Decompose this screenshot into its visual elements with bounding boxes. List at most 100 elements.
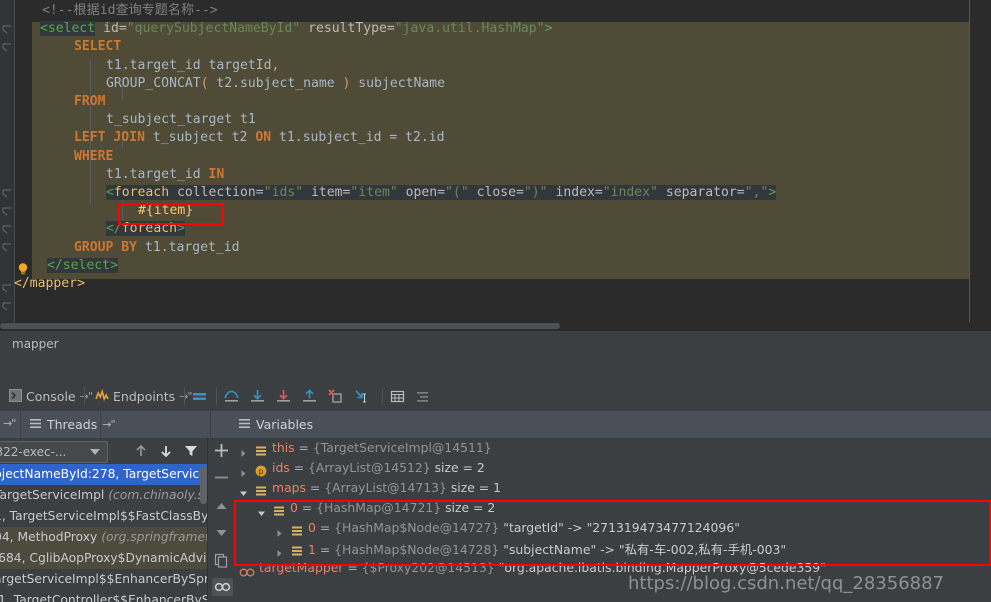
breadcrumb[interactable]: mapper — [0, 330, 991, 359]
variables-mini-toolbar — [207, 438, 234, 602]
chevron-right-icon[interactable] — [239, 463, 248, 477]
fold-marker-icon[interactable] — [2, 24, 12, 34]
variable-row[interactable]: this = {TargetServiceImpl@14511} — [233, 438, 991, 458]
layout-settings-icon[interactable] — [414, 387, 433, 406]
frame-row[interactable]: 1, TargetServiceImpl$$FastClassBySp — [0, 506, 215, 527]
watermark: https://blog.csdn.net/qq_28356887 — [628, 573, 945, 594]
tab-threads-pin-icon[interactable]: →" — [102, 418, 115, 431]
variable-name: 0 — [308, 520, 316, 535]
code-token: "item" — [350, 185, 398, 200]
frame-row[interactable]: TargetServiceImpl (com.chinaoly.ssb — [0, 485, 215, 506]
frames-panel[interactable]: nio-8322-exec-... bjectNameById:278, Tar… — [0, 438, 215, 602]
frame-row-label: TargetServiceImpl (com.chinaoly.ssb — [0, 488, 215, 502]
tab-variables[interactable]: Variables — [230, 411, 321, 438]
force-step-into-icon[interactable] — [274, 387, 293, 406]
code-text[interactable]: <!--根据id查询专题名称--> <select id="querySubjec… — [14, 0, 991, 330]
chevron-down-icon[interactable] — [90, 449, 100, 455]
variable-name: 0 — [290, 500, 298, 515]
fold-marker-icon[interactable] — [2, 242, 12, 252]
toolbar-divider — [184, 387, 185, 406]
code-token: "(" — [445, 185, 469, 200]
frames-filter-button[interactable] — [182, 442, 200, 460]
mute-breakpoints-icon[interactable] — [190, 387, 209, 406]
variable-row[interactable]: 1 = {HashMap$Node@14728} "subjectName" -… — [233, 538, 991, 558]
code-token: </mapper> — [14, 276, 85, 291]
code-line: GROUP_CONCAT( t2.subject_name ) subjectN… — [106, 75, 445, 93]
code-token: open= — [405, 185, 446, 200]
editor-gutter[interactable] — [0, 0, 15, 330]
editor-horizontal-scrollbar[interactable] — [0, 322, 991, 330]
copy-value-button[interactable] — [212, 551, 231, 570]
fold-marker-icon[interactable] — [2, 224, 12, 234]
tab-threads-label: Threads — [47, 417, 98, 432]
move-up-button[interactable] — [212, 497, 231, 516]
thread-selector-dropdown[interactable]: nio-8322-exec-... — [0, 441, 108, 463]
evaluate-expression-icon[interactable] — [388, 387, 407, 406]
code-token: close= — [476, 185, 524, 200]
code-token: </ — [106, 221, 122, 237]
variable-equals: = — [315, 520, 335, 535]
variable-row[interactable]: 0 = {HashMap$Node@14727} "targetId" -> "… — [233, 518, 991, 538]
watch-icon — [239, 563, 255, 577]
variable-name: this — [272, 440, 295, 455]
code-token: <select — [40, 21, 96, 37]
frame-row[interactable]: argetServiceImpl$$EnhancerBySpring — [0, 569, 215, 590]
variable-row-text: ids = {ArrayList@14512} size = 2 — [272, 460, 485, 475]
tab-console-label: Console — [26, 389, 76, 404]
ide-window: <!--根据id查询专题名称--> <select id="querySubjec… — [0, 0, 991, 602]
move-down-button[interactable] — [212, 523, 231, 542]
tab-threads[interactable]: Threads →" — [21, 411, 123, 438]
panel-pin-icon[interactable]: →" — [3, 417, 16, 430]
frame-row[interactable]: bjectNameById:278, TargetServiceIm — [0, 464, 215, 485]
code-line: GROUP BY t1.target_id — [74, 239, 240, 257]
code-token: SELECT — [74, 39, 122, 55]
drop-frame-icon[interactable] — [326, 387, 345, 406]
frame-row[interactable]: :684, CglibAopProxy$DynamicAdvise — [0, 548, 215, 569]
add-watch-button[interactable] — [212, 441, 231, 460]
variable-row[interactable]: 0 = {HashMap@14721} size = 2 — [233, 498, 991, 518]
fold-marker-icon[interactable] — [2, 283, 12, 293]
variable-name: 1 — [308, 542, 316, 557]
frames-down-button[interactable] — [157, 442, 175, 460]
code-line: <foreach collection="ids" item="item" op… — [106, 184, 777, 202]
frame-row[interactable]: 04, MethodProxy (org.springframew — [0, 527, 215, 548]
code-token — [397, 185, 406, 200]
code-line: LEFT JOIN t_subject t2 ON t1.subject_id … — [74, 129, 445, 147]
fold-marker-icon[interactable] — [2, 206, 12, 216]
chevron-right-icon[interactable] — [239, 443, 248, 457]
step-over-icon[interactable] — [222, 387, 241, 406]
chevron-right-icon[interactable] — [275, 523, 284, 537]
code-token: t1.target_id — [137, 239, 240, 255]
code-token: FROM — [74, 94, 106, 109]
code-line: </mapper> — [14, 275, 85, 293]
chevron-right-icon[interactable] — [275, 543, 284, 557]
field-icon — [291, 522, 303, 536]
chevron-down-icon[interactable] — [257, 503, 266, 516]
chevron-down-icon[interactable] — [239, 483, 248, 496]
show-watches-button[interactable] — [212, 578, 233, 596]
frames-list[interactable]: bjectNameById:278, TargetServiceIm Target… — [0, 464, 215, 602]
run-to-cursor-icon[interactable] — [352, 387, 371, 406]
variable-type: {TargetServiceImpl@14511} — [312, 440, 492, 455]
code-token: GROUP_CONCAT — [106, 75, 201, 91]
step-into-icon[interactable] — [248, 387, 267, 406]
fold-marker-icon[interactable] — [2, 301, 12, 311]
code-editor[interactable]: <!--根据id查询专题名称--> <select id="querySubjec… — [0, 0, 991, 330]
tab-endpoints-label: Endpoints — [113, 389, 176, 404]
tab-endpoints[interactable]: Endpoints →" — [88, 382, 198, 411]
variable-row[interactable]: p ids = {ArrayList@14512} size = 2 — [233, 458, 991, 478]
threads-icon — [29, 415, 42, 434]
fold-marker-icon[interactable] — [2, 42, 12, 52]
frame-row[interactable]: :1, TargetController$$EnhancerBySp — [0, 590, 215, 602]
remove-watch-button[interactable] — [212, 468, 231, 487]
frames-scrollbar[interactable] — [200, 466, 207, 504]
code-line: </select> — [47, 257, 118, 275]
fold-marker-icon[interactable] — [2, 188, 12, 198]
variable-row[interactable]: maps = {ArrayList@14713} size = 1 — [233, 478, 991, 498]
code-token: subjectName — [350, 75, 446, 91]
field-icon — [255, 482, 267, 496]
code-token: t1.target_id targetId — [106, 57, 272, 73]
frames-up-button[interactable] — [132, 442, 150, 460]
step-out-icon[interactable] — [300, 387, 319, 406]
